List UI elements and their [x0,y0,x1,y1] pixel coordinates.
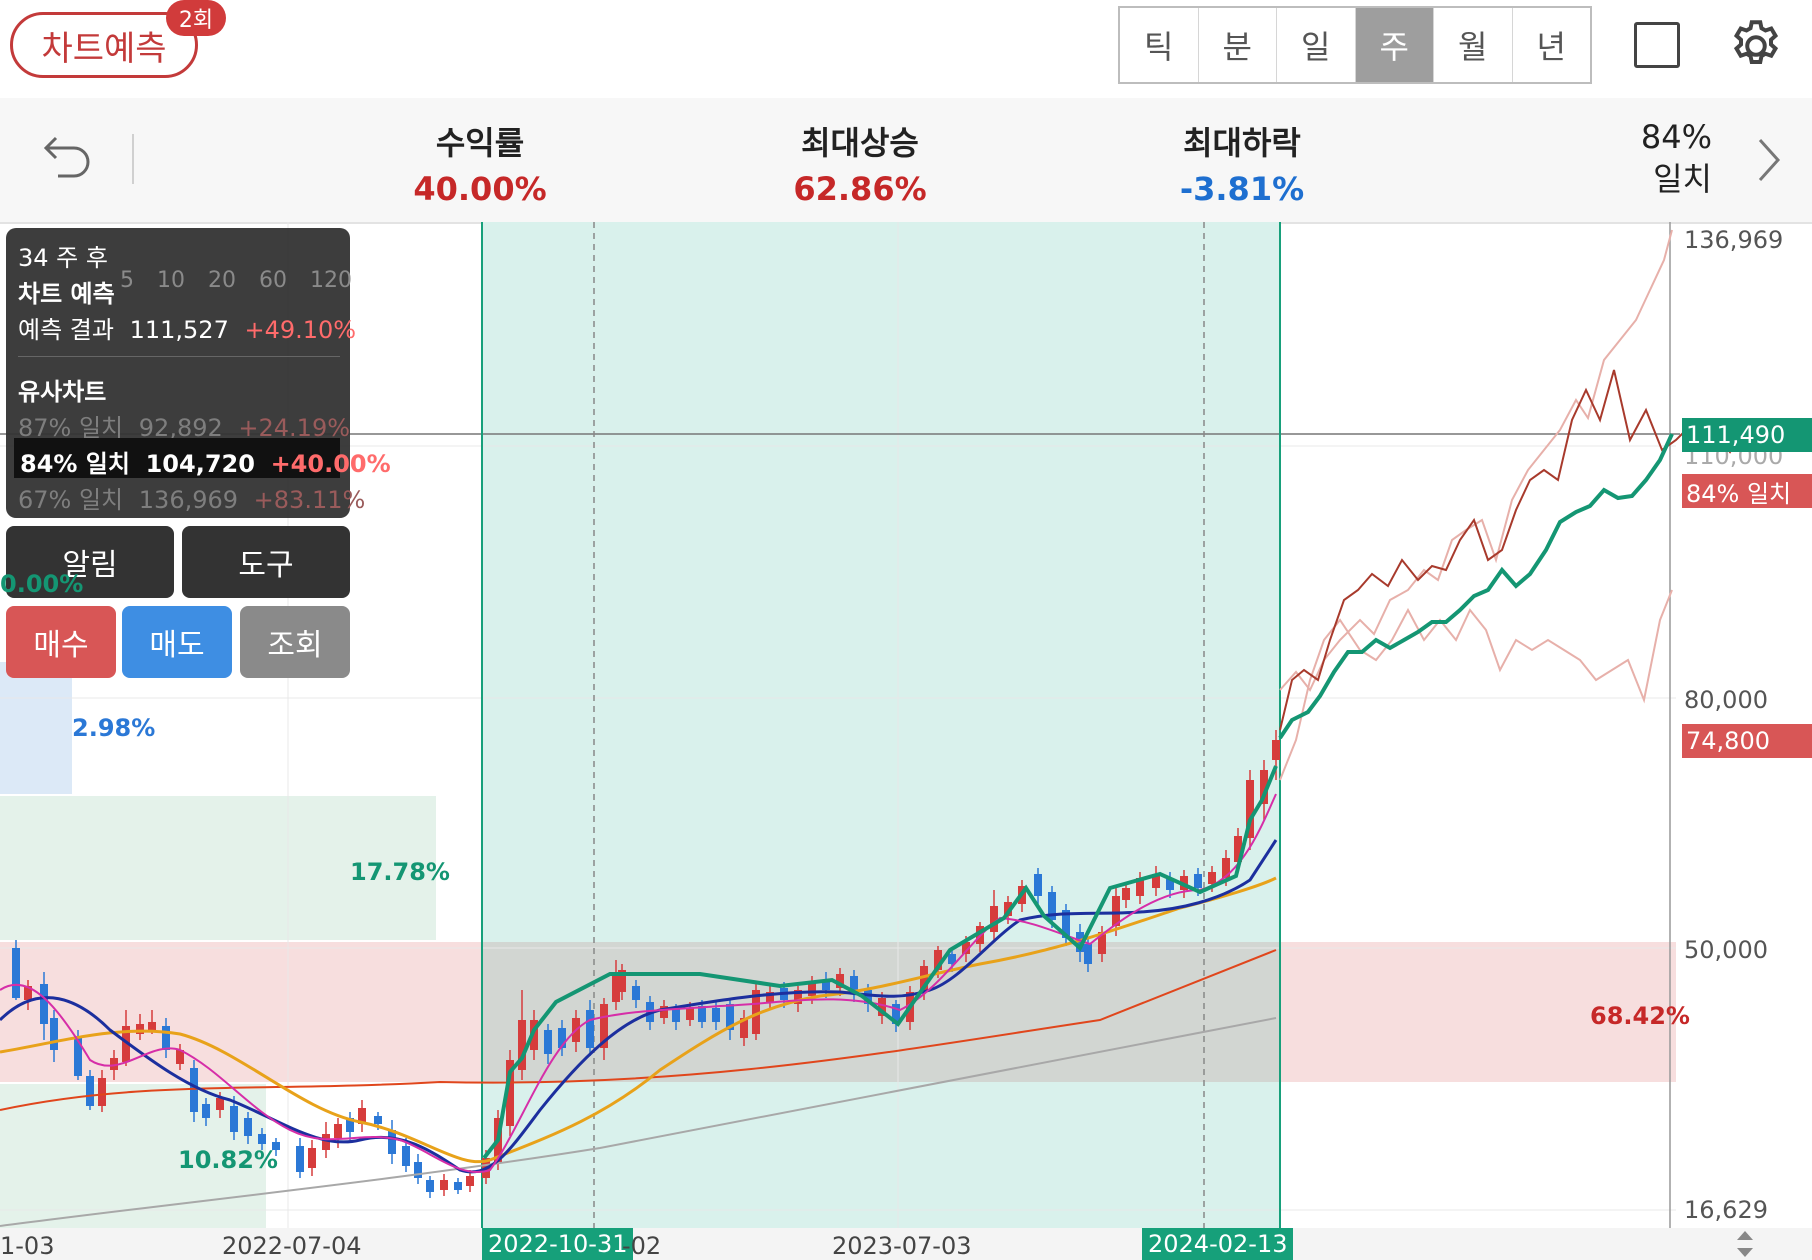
similar-price: 136,969 [138,486,239,514]
selected-end-date-tag[interactable]: 2024-02-13 [1142,1228,1294,1260]
return-value: 40.00% [413,170,547,208]
current-price-tag: 74,800 [1682,724,1812,758]
gear-icon[interactable] [1726,16,1786,76]
x-axis-label: -02 [622,1232,662,1260]
predicted-price-tag: 111,490 [1682,418,1812,452]
stats-divider [132,134,134,184]
ma5-legend: 5 [120,268,134,293]
similar-chart-row-84-selected[interactable]: 84% 일치 104,720 +40.00% [14,438,391,478]
period-tab-week[interactable]: 주 [1355,8,1434,82]
similar-price: 104,720 [145,450,255,478]
max-rise-label: 최대상승 [801,124,919,162]
period-tab-year[interactable]: 년 [1513,8,1591,82]
prediction-result-row: 예측 결과 111,527 +49.10% [18,310,356,345]
top-toolbar: 차트예측 2회 틱 분 일 주 월 년 [0,0,1812,98]
period-tab-month[interactable]: 월 [1434,8,1513,82]
match-text: 일치 [1653,160,1712,198]
y-axis-label: 80,000 [1684,686,1768,714]
zone-percent-blue: 2.98% [72,714,156,742]
scroll-arrows-icon[interactable] [1730,1228,1760,1260]
period-selector: 틱 분 일 주 월 년 [1118,6,1592,84]
return-label: 수익률 [435,124,525,162]
ma-legend-fragments: 5 10 20 60 120 [120,268,352,293]
ma120-legend: 120 [310,268,352,293]
similar-chart-row-67[interactable]: 67% 일치 136,969 +83.11% [18,480,365,515]
zone-percent-red: 68.42% [1590,1002,1690,1030]
zone-box-blue [0,662,72,794]
projection-87 [1279,589,1673,781]
x-axis-label: 1-03 [0,1232,55,1260]
chart-predict-label: 차트예측 [41,28,167,69]
similar-change: +83.11% [253,486,366,514]
zone-percent-0: 0.00% [0,570,84,598]
prediction-line [1278,433,1674,740]
similar-charts-title: 유사차트 [18,378,107,406]
match-percent: 84% [1640,118,1712,156]
tools-button[interactable]: 도구 [182,526,350,598]
y-axis-label: 16,629 [1684,1196,1768,1224]
period-tab-day[interactable]: 일 [1277,8,1356,82]
max-rise-value: 62.86% [793,170,927,208]
max-rise-stat: 최대상승 62.86% [780,118,940,208]
match-price-tag: 84% 일치 [1682,474,1812,508]
prediction-title: 차트 예측 [18,280,115,308]
match-indicator: 84% 일치 [1640,116,1712,200]
prediction-result-price: 111,527 [129,316,229,344]
y-axis-label: 136,969 [1684,226,1784,254]
ma60-legend: 60 [259,268,287,293]
panel-divider [18,356,340,357]
sell-button[interactable]: 매도 [122,606,232,678]
prediction-result-label: 예측 결과 [18,316,114,344]
period-tab-minute[interactable]: 분 [1199,8,1277,82]
max-drop-label: 최대하락 [1183,124,1301,162]
max-drop-stat: 최대하락 -3.81% [1162,118,1322,208]
inquiry-button[interactable]: 조회 [240,606,350,678]
y-axis-label: 50,000 [1684,936,1768,964]
x-axis-label: 2023-07-03 [832,1232,972,1260]
chevron-right-icon[interactable] [1748,130,1788,190]
x-axis-label: 2022-07-04 [222,1232,362,1260]
period-tab-tick[interactable]: 틱 [1120,8,1199,82]
prediction-period: 34 주 후 [18,244,108,272]
prediction-result-change: +49.10% [244,316,357,344]
return-stat: 수익률 40.00% [400,118,560,208]
similar-change: +40.00% [270,450,391,478]
ma20-legend: 20 [208,268,236,293]
undo-icon[interactable] [36,130,96,190]
similar-match: 67% 일치 [18,486,124,514]
max-drop-value: -3.81% [1179,170,1305,208]
predict-count-badge: 2회 [166,0,226,36]
similar-match: 84% 일치 [20,450,130,478]
selected-start-date-tag[interactable]: 2022-10-31 [482,1228,634,1260]
ma10-legend: 10 [157,268,185,293]
zone-percent-green-upper: 17.78% [350,858,450,886]
zone-percent-green-lower: 10.82% [178,1146,278,1174]
fullscreen-icon[interactable] [1634,22,1680,68]
buy-button[interactable]: 매수 [6,606,116,678]
